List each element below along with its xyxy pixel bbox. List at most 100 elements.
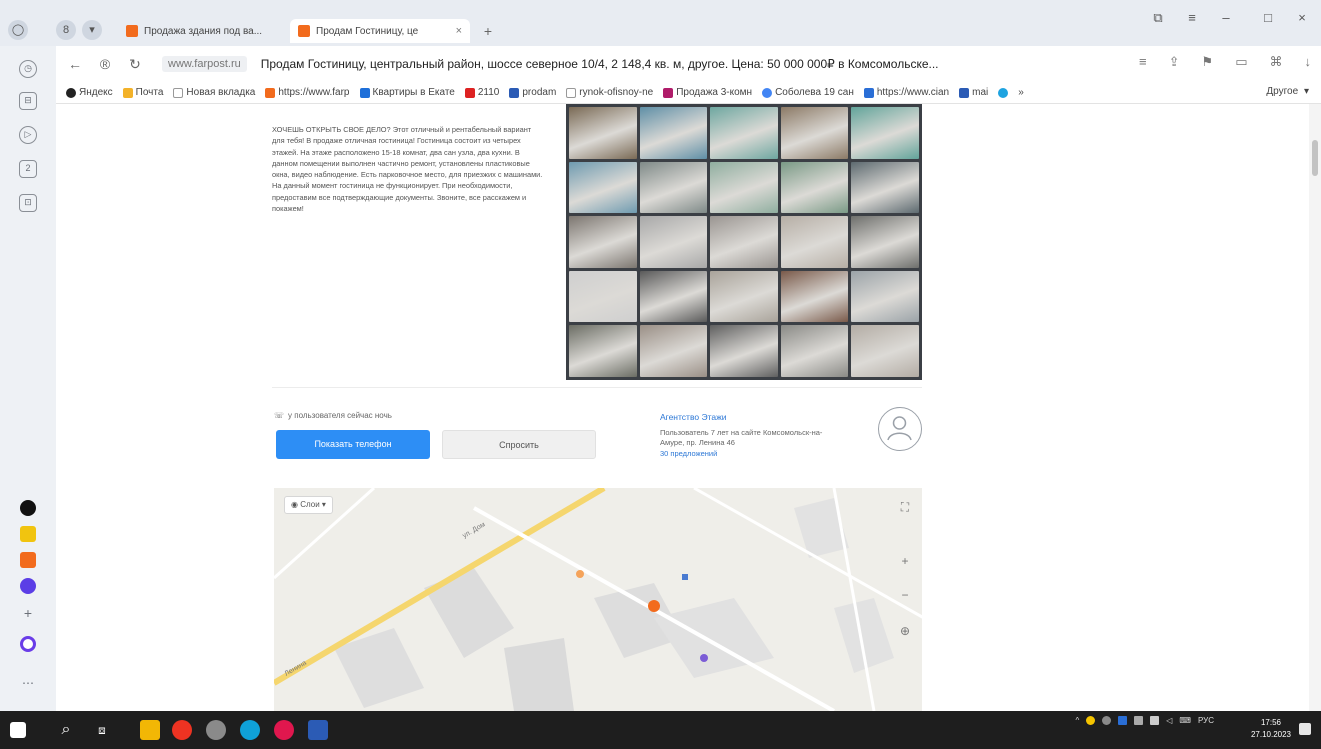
- gallery-thumbnail[interactable]: [569, 325, 637, 377]
- page-scrollbar[interactable]: [1309, 104, 1321, 711]
- maximize-icon[interactable]: □: [1256, 10, 1280, 25]
- collections-icon[interactable]: ⧉: [1146, 10, 1170, 26]
- system-clock[interactable]: 17:56 27.10.2023: [1251, 717, 1291, 741]
- gallery-thumbnail[interactable]: [569, 161, 637, 214]
- gallery-thumbnail[interactable]: [639, 107, 708, 159]
- tray-app-icon[interactable]: [1102, 716, 1112, 725]
- battery-icon[interactable]: [1150, 716, 1160, 725]
- seller-name[interactable]: Агентство Этажи: [660, 412, 727, 422]
- app-icon[interactable]: [206, 720, 226, 740]
- ask-button[interactable]: Спросить: [442, 430, 596, 459]
- tabs-dropdown-icon[interactable]: ▾: [82, 20, 102, 40]
- keyboard-icon[interactable]: ⌨: [1179, 716, 1191, 725]
- gallery-thumbnail[interactable]: [639, 161, 708, 214]
- language-indicator[interactable]: РУС: [1198, 716, 1214, 725]
- gallery-thumbnail[interactable]: [710, 325, 778, 377]
- bookmark-item[interactable]: 2110: [464, 87, 499, 98]
- word-icon[interactable]: [308, 720, 328, 740]
- protect-icon[interactable]: ®: [94, 56, 116, 72]
- bookmark-item[interactable]: [998, 87, 1009, 98]
- more-bookmarks-icon[interactable]: »: [1018, 87, 1024, 98]
- seller-ads-link[interactable]: 30 предложений: [660, 449, 717, 458]
- browser-menu-icon[interactable]: ◯: [8, 20, 28, 40]
- chevron-up-icon[interactable]: ^: [1076, 716, 1080, 725]
- notes-icon[interactable]: 2: [19, 160, 37, 178]
- yandex-music-icon[interactable]: [20, 526, 36, 542]
- bookmarks-panel-icon[interactable]: ⊟: [19, 92, 37, 110]
- extensions-icon[interactable]: ⌘: [1270, 54, 1283, 70]
- screenshot-icon[interactable]: ⊡: [19, 194, 37, 212]
- gallery-thumbnail[interactable]: [851, 107, 919, 159]
- location-map[interactable]: ул. Дом Ленина ◉ Слои ▾ ⛶ + − ⊕: [274, 488, 922, 711]
- gallery-thumbnail[interactable]: [780, 161, 849, 214]
- alice-icon[interactable]: [20, 636, 36, 652]
- app-circle-icon[interactable]: [20, 500, 36, 516]
- menu-icon[interactable]: ≡: [1180, 10, 1204, 25]
- gallery-thumbnail[interactable]: [780, 216, 849, 268]
- alice-app-icon[interactable]: [20, 578, 36, 594]
- tray-app-icon[interactable]: [1086, 716, 1096, 725]
- gallery-thumbnail[interactable]: [851, 216, 919, 268]
- tab-hotel-listing[interactable]: Продам Гостиницу, це ×: [290, 19, 470, 43]
- reader-icon[interactable]: ≡: [1139, 54, 1147, 70]
- bookmark-item[interactable]: Продажа 3-комн: [663, 87, 752, 98]
- gallery-thumbnail[interactable]: [710, 216, 778, 268]
- file-explorer-icon[interactable]: [140, 720, 160, 740]
- close-window-icon[interactable]: ×: [1290, 10, 1314, 25]
- bookmark-item[interactable]: Яндекс: [66, 87, 113, 98]
- share-icon[interactable]: ⇪: [1169, 54, 1180, 70]
- gallery-thumbnail[interactable]: [569, 216, 637, 268]
- gallery-thumbnail[interactable]: [710, 270, 778, 323]
- gallery-thumbnail[interactable]: [851, 161, 919, 214]
- windows-start-icon[interactable]: [10, 722, 26, 738]
- fullscreen-icon[interactable]: ⛶: [896, 498, 914, 516]
- show-phone-button[interactable]: Показать телефон: [276, 430, 430, 459]
- scroll-thumb[interactable]: [1312, 140, 1318, 176]
- more-icon[interactable]: ⋯: [19, 676, 37, 694]
- bookmark-item[interactable]: https://www.farp: [265, 87, 350, 98]
- volume-icon[interactable]: ◁: [1166, 716, 1172, 725]
- gallery-thumbnail[interactable]: [569, 270, 637, 323]
- gallery-thumbnail[interactable]: [639, 325, 708, 377]
- bookmark-item[interactable]: Соболева 19 сан: [762, 87, 854, 98]
- gallery-thumbnail[interactable]: [780, 270, 849, 323]
- map-layers-button[interactable]: ◉ Слои ▾: [284, 496, 333, 514]
- bookmark-item[interactable]: prodam: [509, 87, 556, 98]
- tray-app-icon[interactable]: [1118, 716, 1128, 725]
- gallery-thumbnail[interactable]: [639, 270, 708, 323]
- download-icon[interactable]: ↓: [1305, 54, 1312, 70]
- back-icon[interactable]: ←: [64, 56, 86, 72]
- add-app-icon[interactable]: +: [19, 606, 37, 624]
- url-page-title[interactable]: Продам Гостиницу, центральный район, шос…: [261, 57, 1081, 71]
- bookmark-item[interactable]: rynok-ofisnoy-ne: [566, 87, 653, 98]
- gallery-thumbnail[interactable]: [569, 107, 637, 159]
- history-icon[interactable]: ◷: [19, 60, 37, 78]
- battery-icon[interactable]: ▭: [1235, 54, 1247, 70]
- tab-group-icon[interactable]: 8: [56, 20, 76, 40]
- gallery-thumbnail[interactable]: [851, 270, 919, 323]
- avatar[interactable]: [878, 407, 922, 451]
- gallery-thumbnail[interactable]: [780, 325, 849, 377]
- play-icon[interactable]: ▷: [19, 126, 37, 144]
- notifications-icon[interactable]: [1299, 723, 1311, 735]
- new-tab-button[interactable]: +: [478, 22, 498, 40]
- minimize-icon[interactable]: –: [1214, 10, 1238, 25]
- bookmark-item[interactable]: https://www.cian: [863, 87, 949, 98]
- bookmark-icon[interactable]: ⚑: [1202, 54, 1214, 70]
- yandex-app-icon[interactable]: [274, 720, 294, 740]
- bookmark-item[interactable]: Новая вкладка: [173, 87, 255, 98]
- bookmark-item[interactable]: mai: [959, 87, 988, 98]
- yandex-browser-icon[interactable]: [172, 720, 192, 740]
- messenger-icon[interactable]: [20, 552, 36, 568]
- bookmark-other-folder[interactable]: Другое ▾: [1266, 86, 1309, 97]
- gallery-thumbnail[interactable]: [639, 216, 708, 268]
- gallery-thumbnail[interactable]: [710, 107, 778, 159]
- task-view-icon[interactable]: ⧈: [92, 720, 112, 740]
- bookmark-item[interactable]: Почта: [122, 87, 163, 98]
- reload-icon[interactable]: ↻: [124, 56, 146, 73]
- close-icon[interactable]: ×: [456, 25, 462, 37]
- url-domain[interactable]: www.farpost.ru: [162, 56, 247, 72]
- edge-icon[interactable]: [240, 720, 260, 740]
- tab-sale-building[interactable]: Продажа здания под ва...: [118, 19, 288, 43]
- network-icon[interactable]: [1134, 716, 1144, 725]
